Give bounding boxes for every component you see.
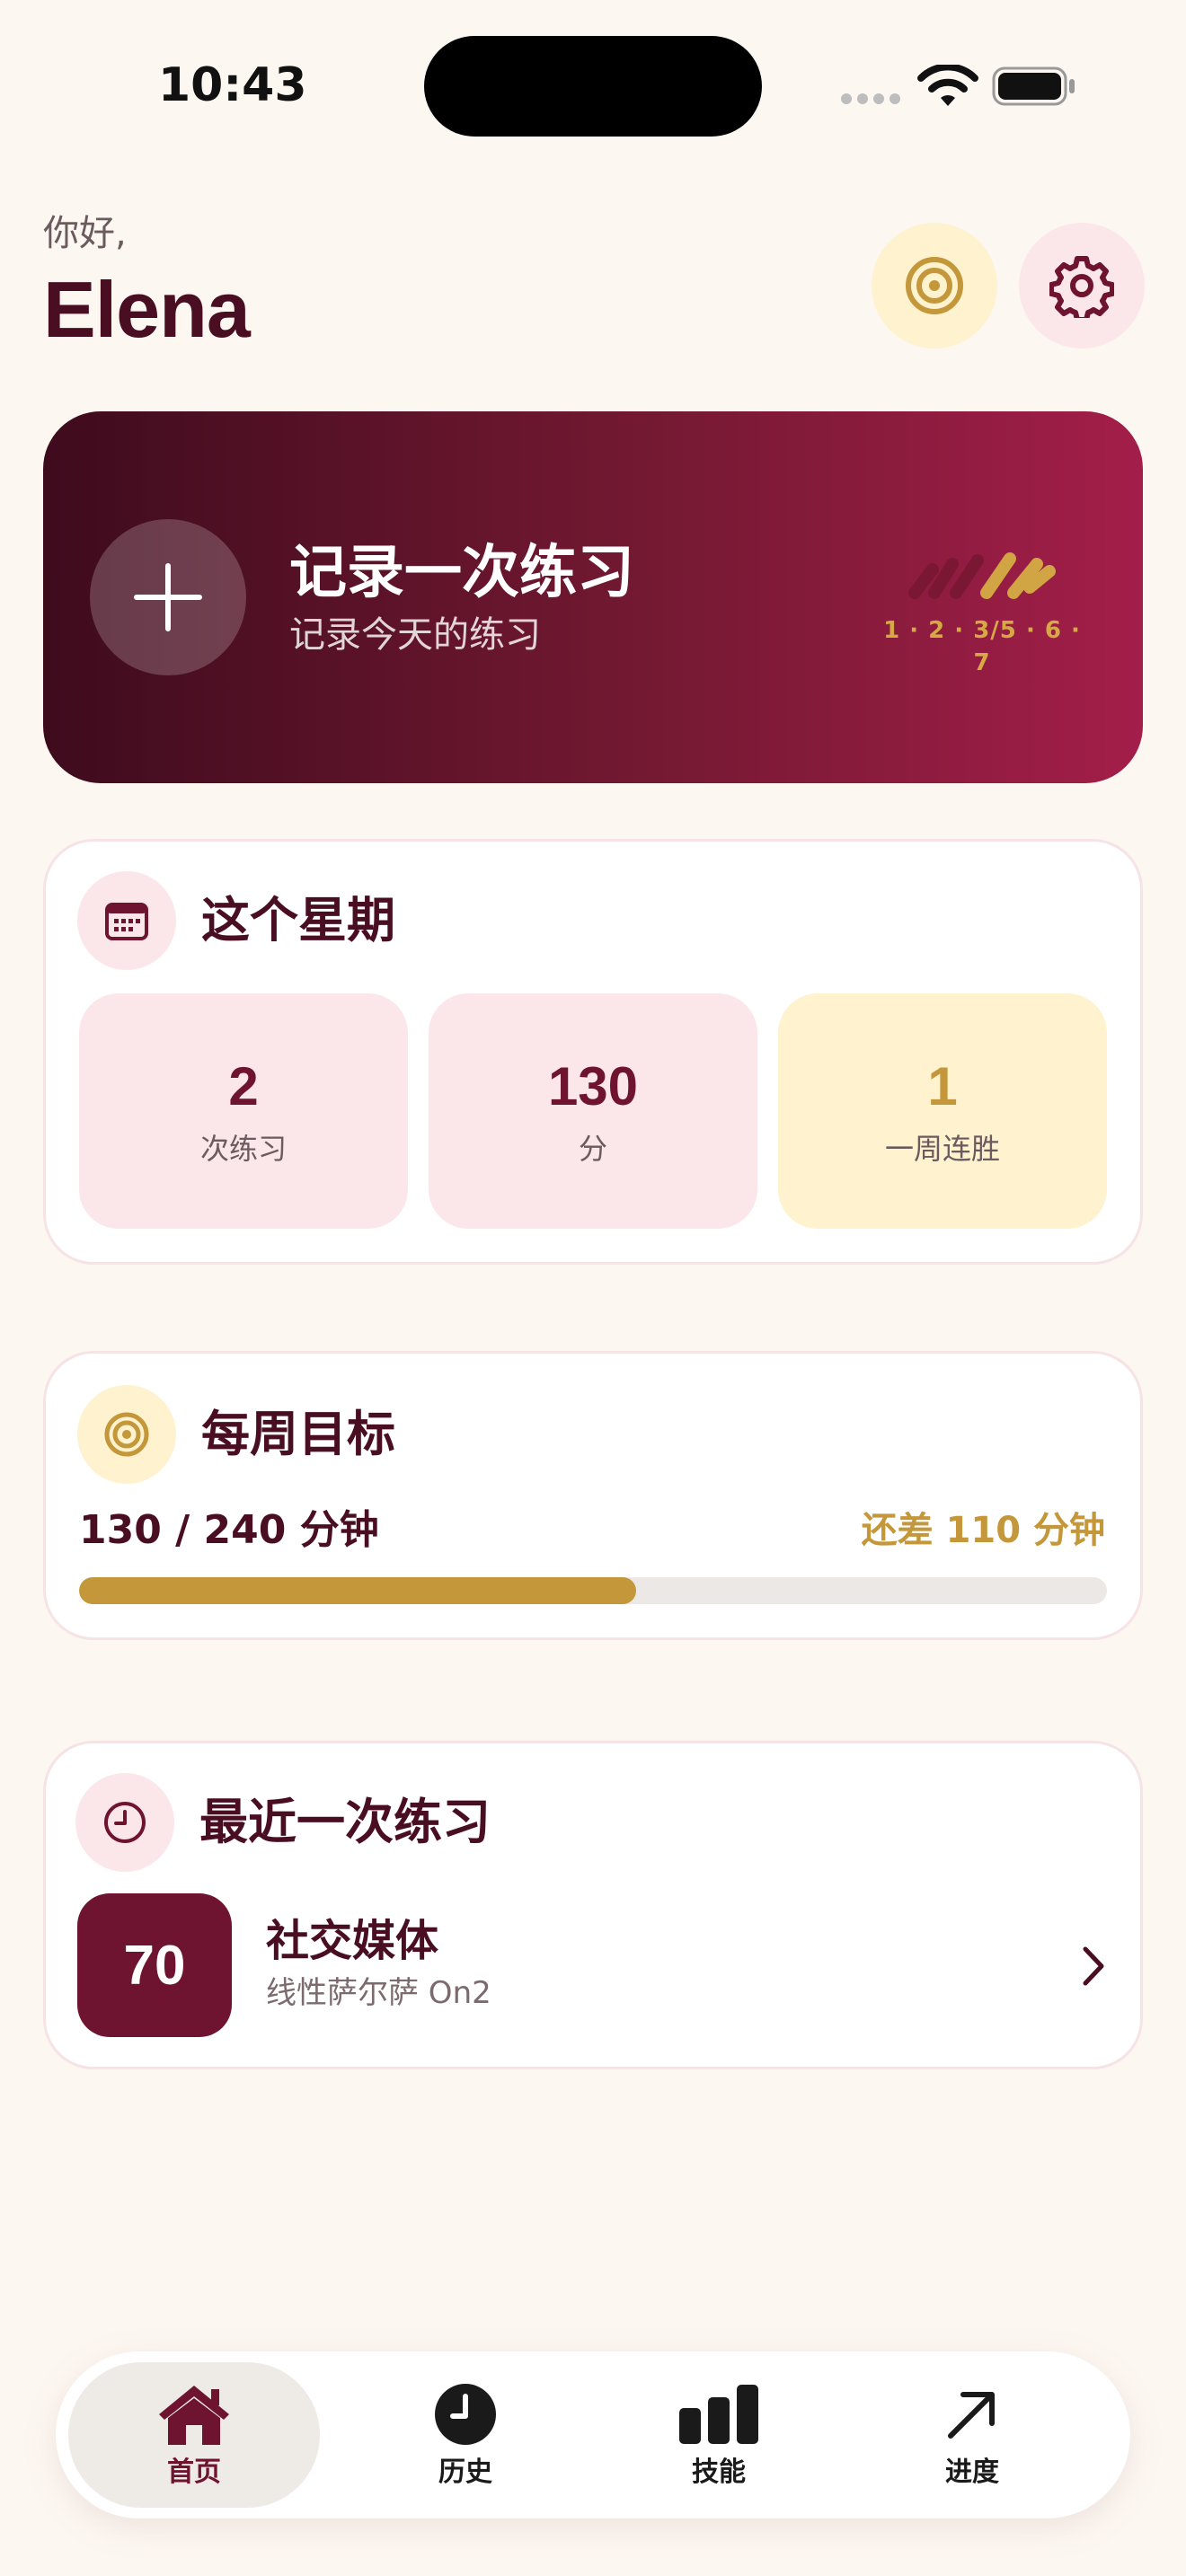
status-time: 10:43 xyxy=(158,58,307,112)
greeting: 你好, xyxy=(43,213,127,254)
settings-button[interactable] xyxy=(1019,223,1145,348)
practice-style: 线性萨尔萨 On2 xyxy=(266,1975,491,2011)
goal-button[interactable] xyxy=(872,223,997,348)
stat-label: 次练习 xyxy=(199,1132,287,1166)
stat-value: 1 xyxy=(927,1056,958,1116)
tab-label: 进度 xyxy=(945,2457,999,2488)
practice-score: 70 xyxy=(123,1934,186,1997)
hero-subtitle: 记录今天的练习 xyxy=(289,614,541,656)
goal-title: 每周目标 xyxy=(201,1406,395,1462)
tab-label: 技能 xyxy=(692,2457,746,2488)
user-name: Elena xyxy=(43,265,251,354)
hero-title: 记录一次练习 xyxy=(289,540,634,606)
stat-label: 分 xyxy=(578,1132,607,1166)
battery-icon xyxy=(992,66,1075,106)
tab-progress[interactable]: 进度 xyxy=(846,2362,1098,2508)
arrow-up-right-icon xyxy=(948,2392,995,2439)
stat-value: 130 xyxy=(547,1056,639,1116)
tab-skills[interactable]: 技能 xyxy=(593,2362,845,2508)
tab-label: 历史 xyxy=(438,2457,492,2488)
goal-progress-text: 130 / 240 分钟 xyxy=(79,1507,379,1553)
tab-home[interactable]: 首页 xyxy=(68,2362,320,2508)
practice-name: 社交媒体 xyxy=(266,1916,439,1966)
stat-week-streak: 1 一周连胜 xyxy=(778,993,1107,1229)
stat-practices: 2 次练习 xyxy=(79,993,408,1229)
practice-score-badge: 70 xyxy=(77,1893,232,2037)
add-practice-button[interactable] xyxy=(90,519,246,675)
gear-icon xyxy=(1049,256,1114,318)
plus-icon xyxy=(134,563,202,631)
stat-minutes: 130 分 xyxy=(429,993,757,1229)
cellular-signal-icon xyxy=(841,93,904,106)
clock-icon-badge xyxy=(75,1773,174,1872)
stat-label: 一周连胜 xyxy=(884,1132,1000,1166)
target-icon-badge xyxy=(77,1385,176,1484)
bar-chart-icon xyxy=(679,2385,758,2444)
home-icon xyxy=(159,2386,229,2445)
goal-remaining-text: 还差 110 分钟 xyxy=(861,1510,1105,1551)
wifi-icon xyxy=(917,65,978,106)
goal-progress-bar xyxy=(79,1577,1107,1604)
tab-history[interactable]: 历史 xyxy=(340,2362,591,2508)
stat-value: 2 xyxy=(228,1056,259,1116)
clock-icon xyxy=(435,2384,496,2445)
count-marks-icon xyxy=(908,552,1056,599)
calendar-icon xyxy=(105,903,148,940)
last-practice-title: 最近一次练习 xyxy=(199,1794,491,1850)
calendar-icon-badge xyxy=(77,871,176,970)
target-icon xyxy=(906,257,963,314)
dynamic-island xyxy=(424,36,762,137)
chevron-right-icon[interactable] xyxy=(1078,1944,1109,1989)
week-title: 这个星期 xyxy=(201,892,395,948)
tab-label: 首页 xyxy=(167,2457,221,2488)
count-rhythm-label: 1 · 2 · 3/5 · 6 · 7 xyxy=(883,617,1081,676)
goal-progress-fill xyxy=(79,1577,636,1604)
clock-icon xyxy=(104,1802,146,1843)
target-icon xyxy=(104,1412,149,1457)
